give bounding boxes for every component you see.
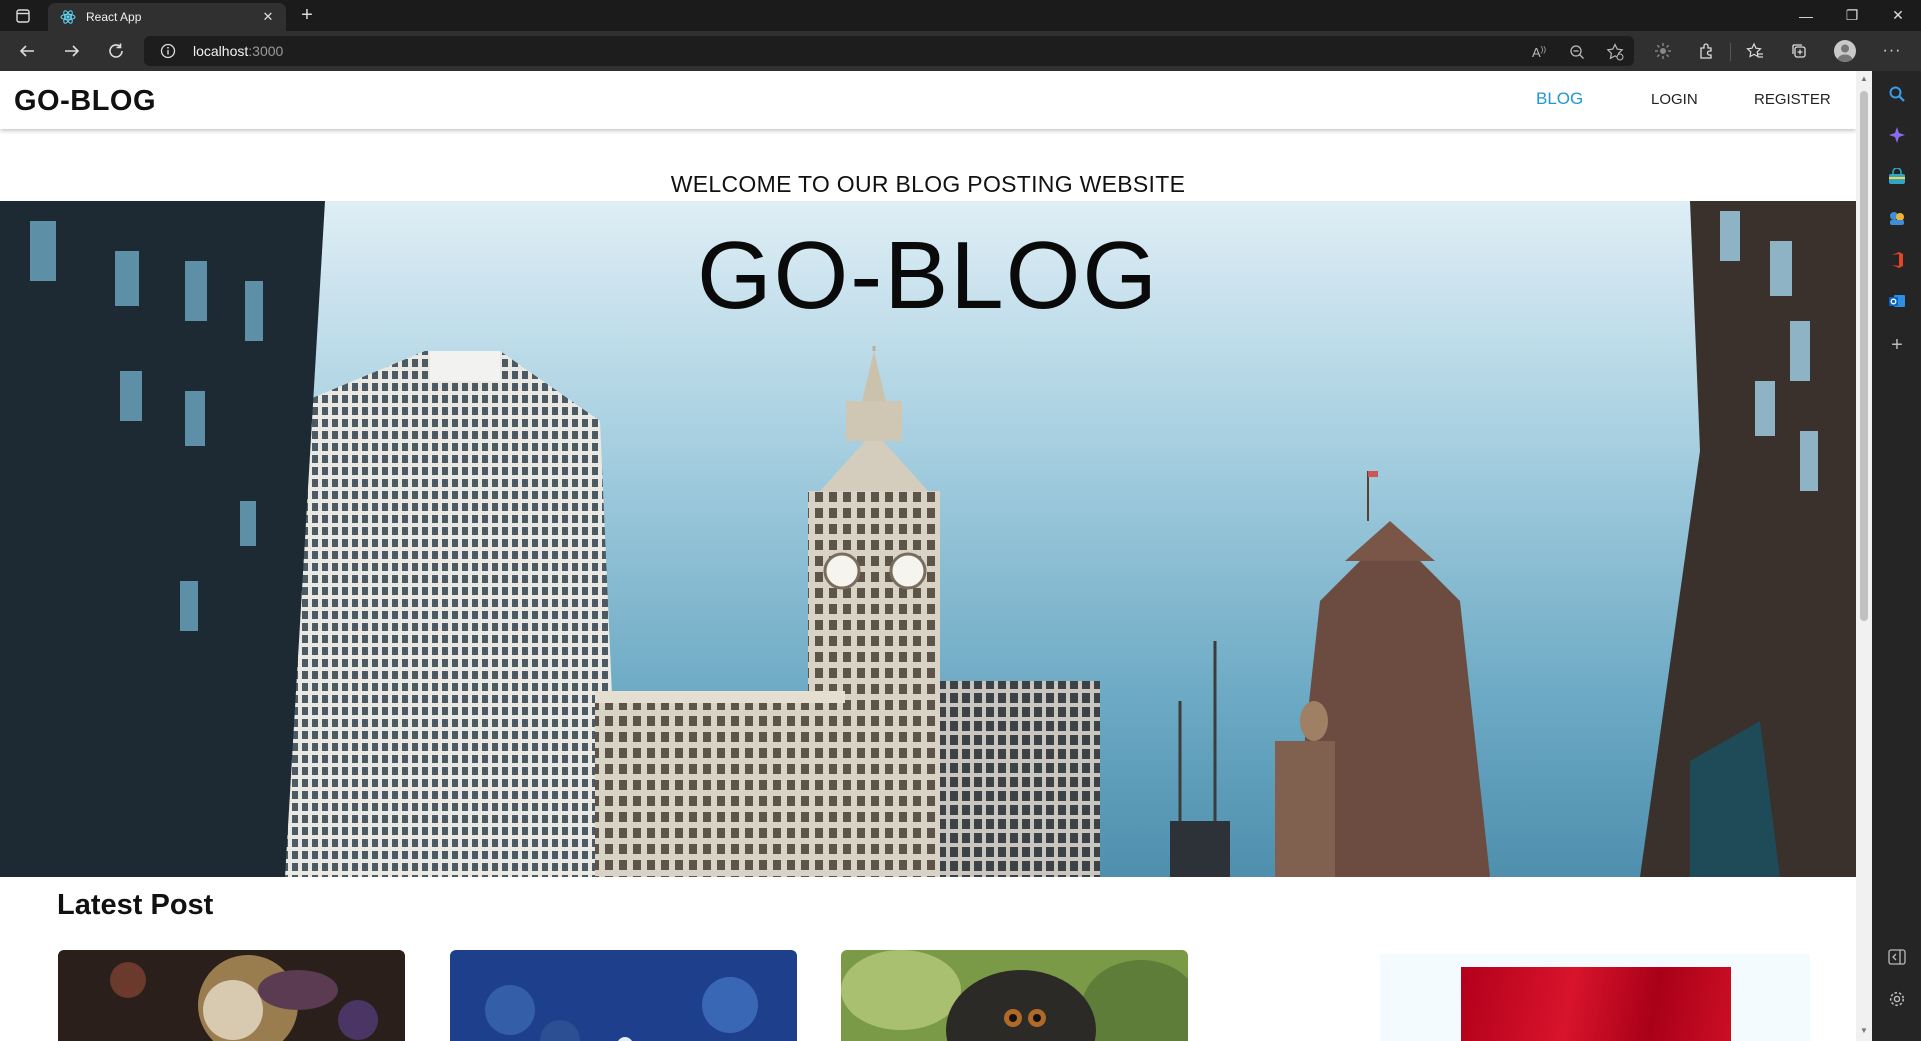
scrollbar-thumb[interactable] (1860, 91, 1868, 621)
latest-post-heading: Latest Post (57, 889, 214, 921)
url-port: :3000 (248, 43, 284, 59)
extension-icon[interactable] (1652, 40, 1674, 62)
tab-actions-icon[interactable] (13, 6, 33, 26)
hero-banner: GO-BLOG (0, 201, 1856, 877)
nav-login-link[interactable]: LOGIN (1651, 91, 1698, 108)
search-icon[interactable] (1886, 83, 1908, 105)
nav-register-link[interactable]: REGISTER (1754, 91, 1831, 108)
sidebar-card (1380, 954, 1810, 1041)
profile-avatar-icon[interactable] (1834, 40, 1856, 62)
scroll-up-icon[interactable]: ▲ (1860, 75, 1868, 83)
more-menu-icon[interactable]: ··· (1881, 40, 1903, 62)
tab-title: React App (86, 10, 142, 24)
add-favorite-icon[interactable] (1606, 43, 1624, 61)
hero-title: GO-BLOG (696, 222, 1160, 329)
post-card[interactable] (450, 950, 797, 1041)
post-thumbnail-image (58, 950, 405, 1041)
post-card[interactable] (58, 950, 405, 1041)
new-tab-button[interactable]: + (296, 5, 318, 25)
window-controls: — ❐ ✕ (1783, 0, 1921, 31)
close-window-button[interactable]: ✕ (1875, 0, 1921, 31)
toolbar-divider (1730, 43, 1731, 61)
browser-toolbar: localhost:3000 A)) ··· (0, 31, 1921, 71)
welcome-heading: WELCOME TO OUR BLOG POSTING WEBSITE (670, 171, 1186, 197)
post-card[interactable] (841, 950, 1188, 1041)
favorites-icon[interactable] (1744, 40, 1766, 62)
tools-icon[interactable] (1886, 207, 1908, 229)
page-viewport: GO-BLOG BLOG LOGIN REGISTER WELCOME TO O… (0, 71, 1856, 1041)
back-icon[interactable] (16, 40, 38, 62)
collections-icon[interactable] (1788, 40, 1810, 62)
office-icon[interactable] (1886, 249, 1908, 271)
address-bar[interactable]: localhost:3000 A)) (144, 36, 1634, 66)
read-aloud-icon[interactable]: A)) (1530, 43, 1548, 61)
browser-tab-bar: React App ✕ + — ❐ ✕ (0, 0, 1921, 31)
url-text: localhost:3000 (193, 43, 283, 59)
browser-sidebar: + (1872, 71, 1921, 1041)
outlook-icon[interactable] (1886, 290, 1908, 312)
site-info-icon[interactable] (160, 43, 176, 59)
settings-gear-icon[interactable] (1886, 988, 1908, 1010)
scroll-down-icon[interactable]: ▼ (1860, 1027, 1868, 1035)
url-host: localhost (193, 43, 249, 59)
site-logo[interactable]: GO-BLOG (14, 85, 156, 118)
extensions-puzzle-icon[interactable] (1696, 40, 1718, 62)
post-thumbnail-image (450, 950, 797, 1041)
nav-blog-link[interactable]: BLOG (1536, 89, 1583, 109)
page-scrollbar[interactable]: ▲ ▼ (1856, 71, 1872, 1041)
browser-tab[interactable]: React App ✕ (48, 3, 286, 31)
tab-close-icon[interactable]: ✕ (258, 9, 278, 25)
add-sidebar-app-icon[interactable]: + (1886, 334, 1908, 356)
react-favicon-icon (60, 10, 76, 24)
flag-image (1461, 967, 1731, 1041)
restore-button[interactable]: ❐ (1829, 0, 1875, 31)
copilot-sparkle-icon[interactable] (1886, 124, 1908, 146)
shopping-icon[interactable] (1886, 166, 1908, 188)
hide-sidebar-icon[interactable] (1886, 946, 1908, 968)
minimize-button[interactable]: — (1783, 0, 1829, 31)
zoom-out-icon[interactable] (1568, 43, 1586, 61)
forward-icon[interactable] (61, 40, 83, 62)
site-navbar: GO-BLOG BLOG LOGIN REGISTER (0, 71, 1856, 129)
post-thumbnail-image (841, 950, 1188, 1041)
refresh-icon[interactable] (105, 40, 127, 62)
